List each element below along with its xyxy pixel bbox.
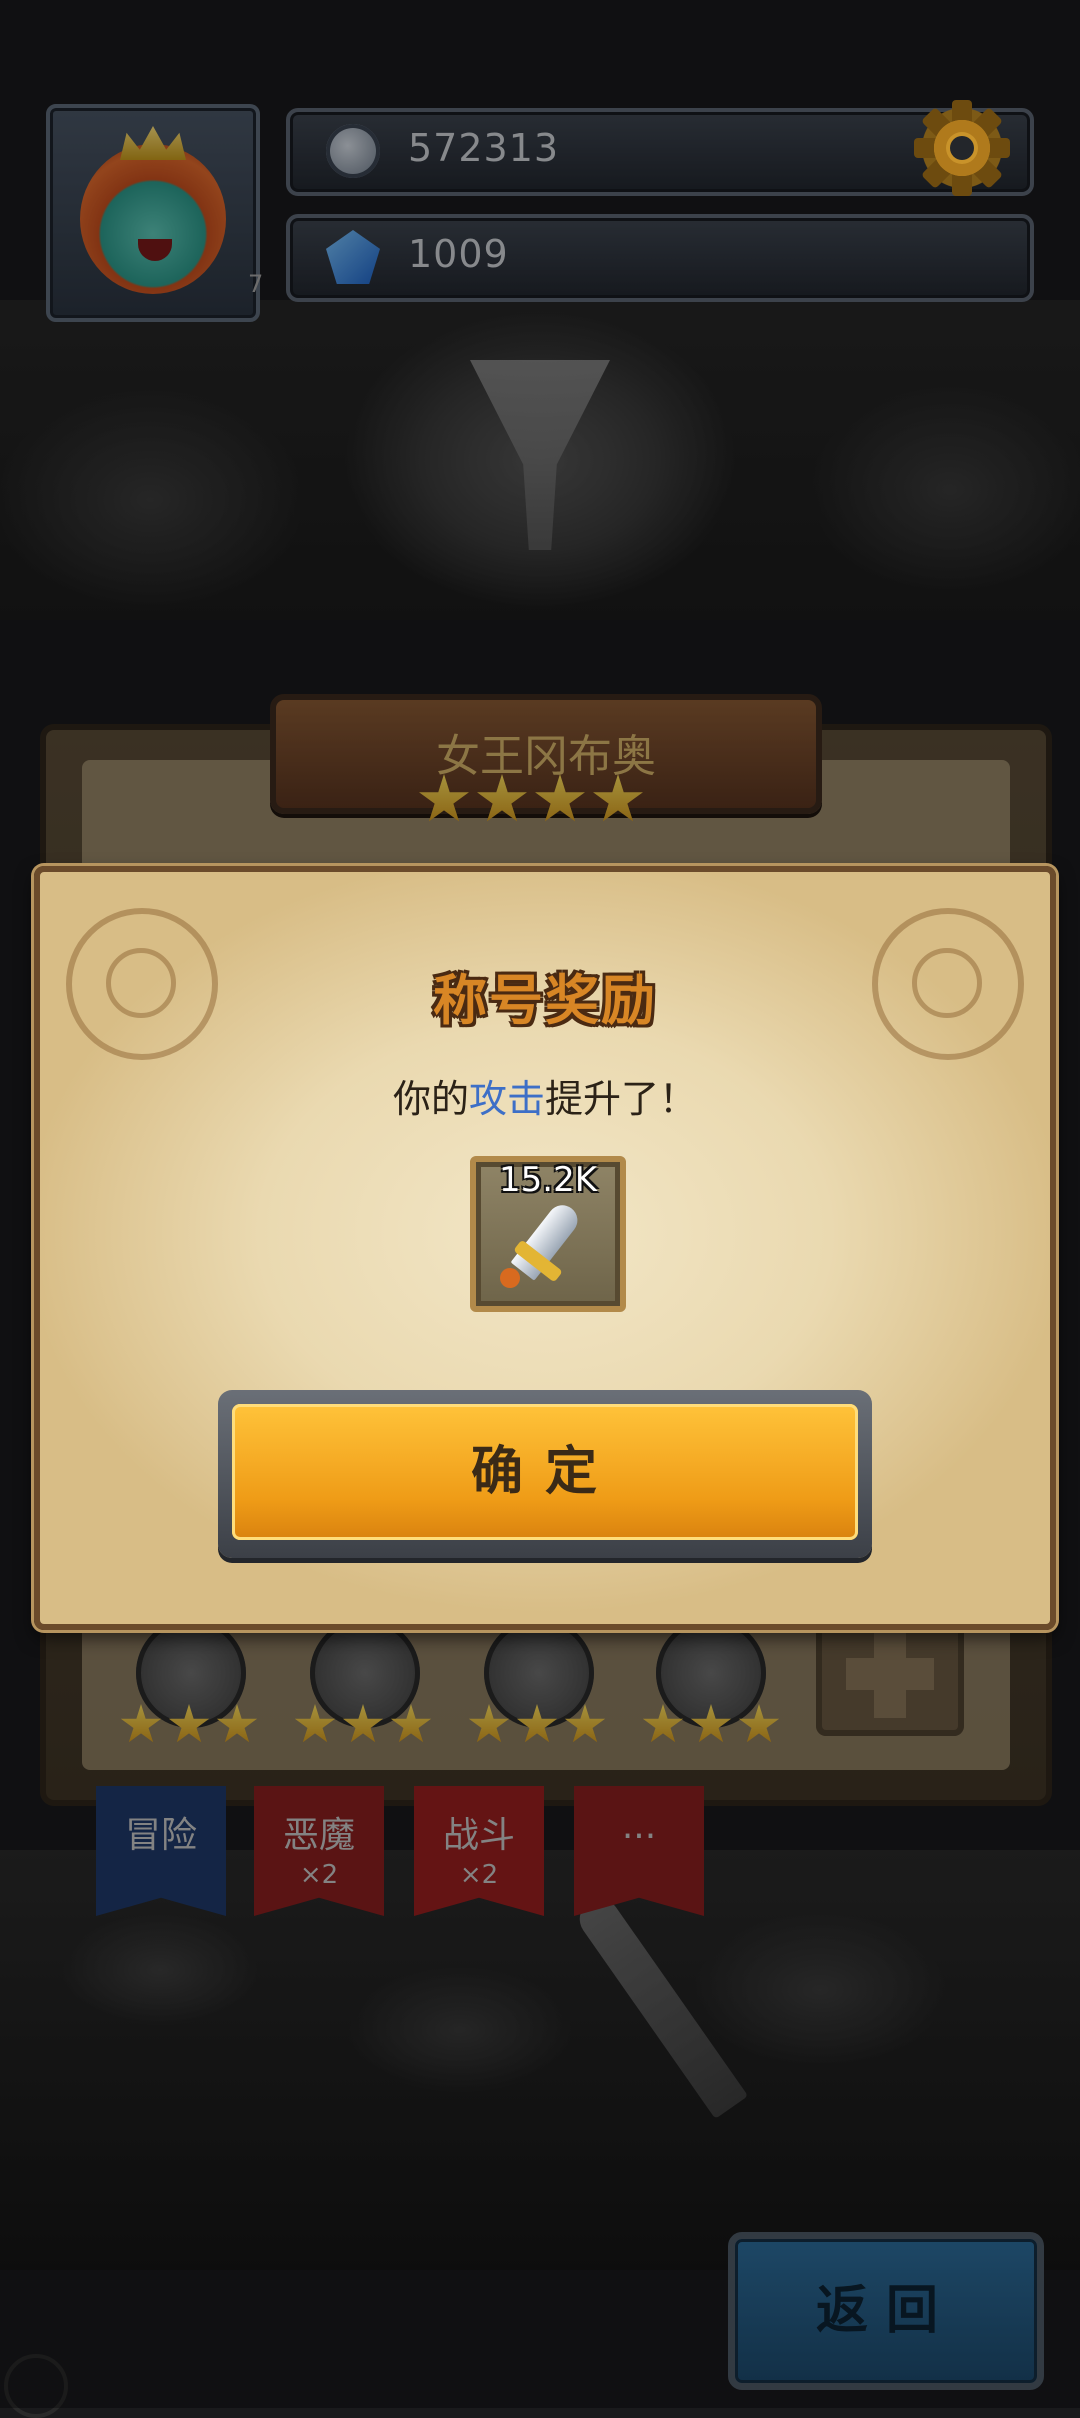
confirm-label: 确定 [470, 1442, 619, 1502]
confirm-button[interactable]: 确定 [218, 1390, 872, 1558]
dialog-title: 称号奖励 [433, 969, 657, 1032]
message-suffix: 提升了！ [545, 1077, 698, 1121]
reward-item: 15.2K [470, 1156, 626, 1312]
message-prefix: 你的 [392, 1077, 469, 1121]
title-reward-dialog: 称号奖励 你的攻击提升了！ 15.2K 确定 [34, 866, 1056, 1630]
dialog-message: 你的攻击提升了！ [40, 1068, 1050, 1123]
sword-pommel [500, 1268, 520, 1288]
gear-hole [950, 136, 974, 160]
reward-amount: 15.2K [499, 1160, 597, 1200]
confirm-button-face: 确定 [232, 1404, 858, 1540]
message-highlight: 攻击 [468, 1077, 545, 1121]
